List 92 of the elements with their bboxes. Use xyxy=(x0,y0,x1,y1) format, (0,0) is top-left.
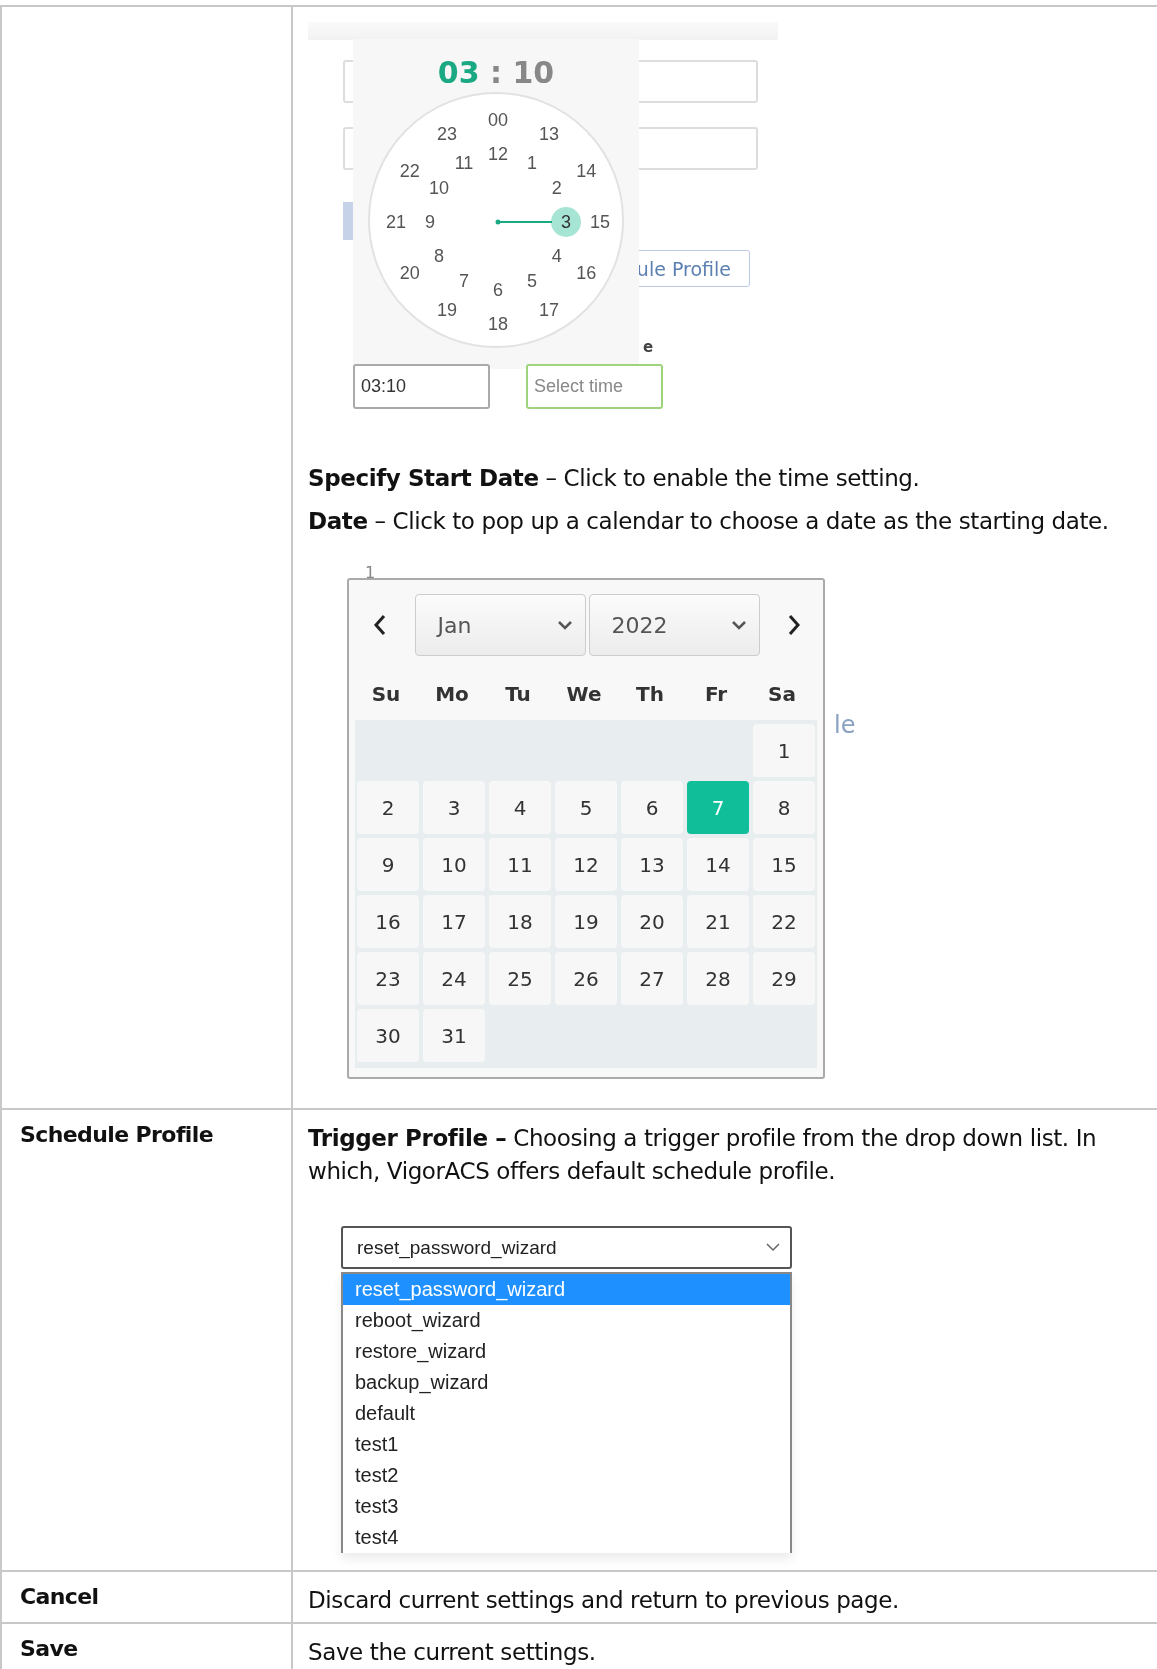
day-cell[interactable]: 3 xyxy=(423,781,485,834)
dropdown-option[interactable]: backup_wizard xyxy=(343,1367,790,1398)
month-select[interactable]: Jan xyxy=(414,594,586,656)
day-cell[interactable]: 14 xyxy=(687,838,749,891)
hour-label[interactable]: 21 xyxy=(386,213,406,231)
hour-label[interactable]: 8 xyxy=(434,247,445,265)
day-cell[interactable]: 27 xyxy=(621,952,683,1005)
day-cell[interactable]: 24 xyxy=(423,952,485,1005)
hour-label[interactable]: 20 xyxy=(399,264,420,282)
day-cell[interactable]: 9 xyxy=(357,838,419,891)
time-display: 03 : 10 xyxy=(436,55,556,90)
caret-icon xyxy=(730,620,747,630)
dropdown-option[interactable]: test3 xyxy=(343,1491,790,1522)
dropdown-option[interactable]: reboot_wizard xyxy=(343,1305,790,1336)
day-cell[interactable]: 20 xyxy=(621,895,683,948)
hour-label[interactable]: 17 xyxy=(539,301,559,320)
hour-label[interactable]: 18 xyxy=(488,315,508,333)
hour-label[interactable]: 2 xyxy=(551,179,562,197)
day-cell[interactable]: 23 xyxy=(357,952,419,1005)
description-text: Trigger Profile – Choosing a trigger profile from the drop down list. In which, VigorACS offers default schedule profile. xyxy=(308,1124,1098,1186)
row-label: Save xyxy=(20,1636,78,1661)
day-cell[interactable]: 1 xyxy=(753,724,815,777)
time-field[interactable]: 03:10 xyxy=(353,364,490,409)
hour-label[interactable]: 12 xyxy=(488,145,508,163)
hour-label[interactable]: 14 xyxy=(576,162,597,180)
weekday-label: Tu xyxy=(504,682,532,706)
day-cell[interactable]: 17 xyxy=(423,895,485,948)
hour-label[interactable]: 3 xyxy=(551,207,581,237)
dropdown-option[interactable]: test1 xyxy=(343,1429,790,1460)
hour-label[interactable]: 13 xyxy=(539,124,559,143)
hour-label[interactable]: 15 xyxy=(590,213,610,231)
caret-icon xyxy=(556,620,573,630)
day-cell[interactable]: 11 xyxy=(489,838,551,891)
hour-label[interactable]: 6 xyxy=(493,281,503,299)
weekday-label: Mo xyxy=(434,682,470,706)
hour-label[interactable]: 16 xyxy=(576,264,597,282)
day-cell[interactable]: 30 xyxy=(357,1009,419,1062)
hour-label[interactable]: 10 xyxy=(429,179,450,197)
day-cell[interactable]: 25 xyxy=(489,952,551,1005)
previous-month-icon[interactable] xyxy=(373,614,387,636)
weekday-label: Th xyxy=(635,682,665,706)
day-cell[interactable]: 15 xyxy=(753,838,815,891)
day-cell[interactable]: 31 xyxy=(423,1009,485,1062)
caret-icon xyxy=(766,1243,780,1252)
day-cell[interactable]: 13 xyxy=(621,838,683,891)
text-fragment: le xyxy=(834,711,856,739)
day-cell[interactable]: 4 xyxy=(489,781,551,834)
profile-dropdown[interactable]: reset_password_wizard xyxy=(341,1226,792,1269)
hour-label[interactable]: 19 xyxy=(437,301,457,320)
day-cell[interactable]: 6 xyxy=(621,781,683,834)
dropdown-option[interactable]: test4 xyxy=(343,1522,790,1553)
weekday-label: Sa xyxy=(767,682,797,706)
day-cell[interactable]: 12 xyxy=(555,838,617,891)
row-label: Schedule Profile xyxy=(20,1122,214,1147)
year-select[interactable]: 2022 xyxy=(588,594,760,656)
hour-label[interactable]: 1 xyxy=(527,154,537,173)
clock-hand[interactable] xyxy=(495,219,553,225)
hour-label[interactable]: 22 xyxy=(399,162,420,180)
description-text: Discard current settings and return to previous page. xyxy=(308,1586,900,1615)
day-cell[interactable]: 28 xyxy=(687,952,749,1005)
day-cell[interactable]: 18 xyxy=(489,895,551,948)
day-cell[interactable]: 5 xyxy=(555,781,617,834)
description-text: Save the current settings. xyxy=(308,1638,597,1667)
hour-label[interactable]: 00 xyxy=(488,111,508,129)
hour-label[interactable]: 11 xyxy=(454,154,474,173)
hour-label[interactable]: 4 xyxy=(551,247,562,265)
weekday-label: Fr xyxy=(703,682,729,706)
hour-label[interactable]: 5 xyxy=(527,271,537,290)
dropdown-option[interactable]: restore_wizard xyxy=(343,1336,790,1367)
hour-label[interactable]: 23 xyxy=(437,124,457,143)
dropdown-option[interactable]: default xyxy=(343,1398,790,1429)
dropdown-option[interactable]: test2 xyxy=(343,1460,790,1491)
day-cell[interactable]: 26 xyxy=(555,952,617,1005)
day-cell[interactable]: 21 xyxy=(687,895,749,948)
description-text: Specify Start Date – Click to enable the time setting. xyxy=(308,464,921,493)
select-time-field[interactable]: Select time xyxy=(526,364,663,409)
day-cell[interactable]: 8 xyxy=(753,781,815,834)
day-cell[interactable]: 19 xyxy=(555,895,617,948)
row-label: Cancel xyxy=(20,1584,99,1609)
next-month-icon[interactable] xyxy=(787,614,801,636)
label-fragment: e xyxy=(643,340,654,355)
description-text: Date – Click to pop up a calendar to choose a date as the starting date. xyxy=(308,507,1110,536)
text-fragment: 1 xyxy=(365,563,376,582)
day-cell[interactable]: 10 xyxy=(423,838,485,891)
hour-label[interactable]: 7 xyxy=(459,271,469,290)
weekday-label: We xyxy=(565,682,603,706)
day-cell[interactable]: 2 xyxy=(357,781,419,834)
weekday-label: Su xyxy=(370,682,402,706)
day-cell[interactable]: 29 xyxy=(753,952,815,1005)
day-cell[interactable]: 16 xyxy=(357,895,419,948)
hour-label[interactable]: 9 xyxy=(425,213,435,231)
day-cell[interactable]: 22 xyxy=(753,895,815,948)
